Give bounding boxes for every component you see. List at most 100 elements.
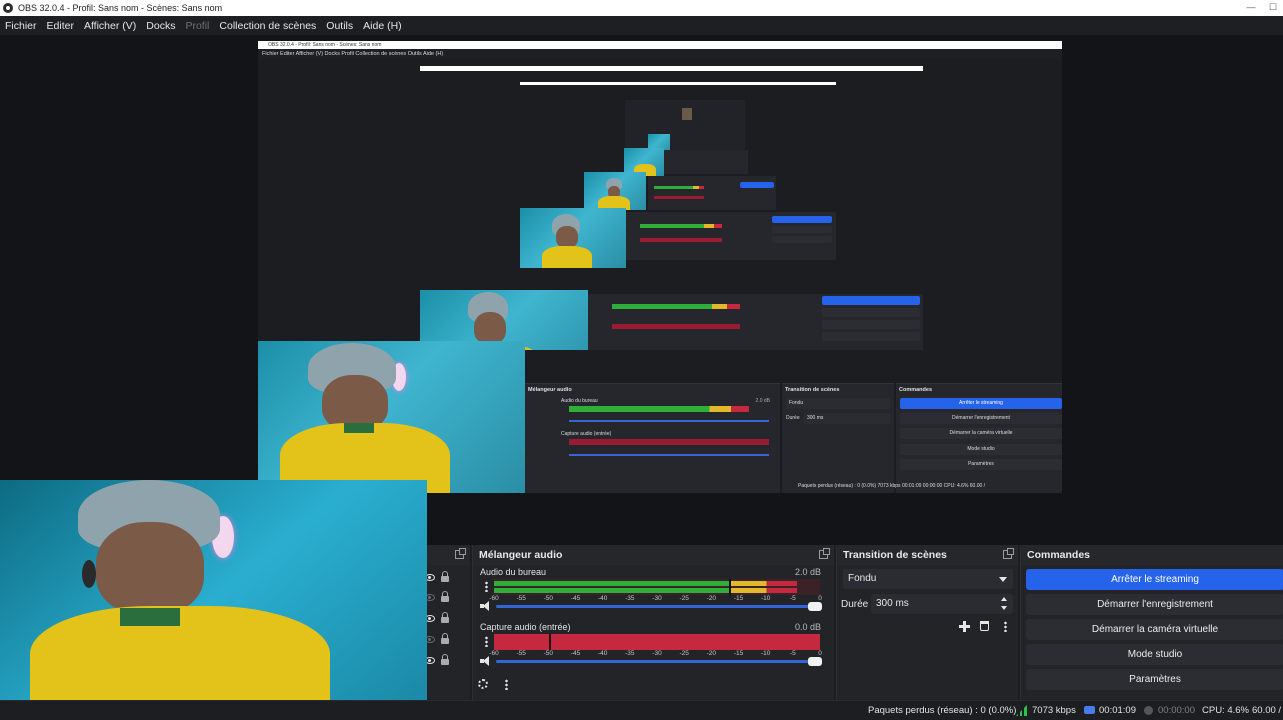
float-icon[interactable]	[819, 548, 830, 559]
channel-name: Capture audio (entrée)	[480, 622, 571, 632]
maximize-button[interactable]: ☐	[1262, 0, 1283, 16]
scale-tick: -45	[570, 650, 581, 657]
scale-tick: -20	[706, 595, 717, 602]
preview-canvas[interactable]: OBS 32.0.4 - Profil: Sans nom - Scènes: …	[0, 35, 1283, 545]
scale-tick: -45	[570, 595, 581, 602]
scale-tick: -5	[789, 595, 796, 602]
scale-tick: -35	[625, 595, 635, 602]
menu-profil[interactable]: Profil	[180, 20, 214, 32]
settings-button[interactable]: Paramètres	[1026, 669, 1283, 690]
webcam-overlay-image	[0, 480, 427, 720]
scale-tick: -20	[706, 650, 717, 657]
scale-tick: 0	[818, 650, 822, 657]
cpu-usage: CPU: 4.6%	[1202, 705, 1249, 716]
volume-slider-handle[interactable]	[808, 657, 822, 666]
lock-icon[interactable]	[441, 653, 449, 665]
scale-tick: -15	[733, 650, 744, 657]
bitrate: 7073 kbps	[1032, 705, 1076, 716]
scale-tick: -35	[625, 650, 635, 657]
channel-menu-icon[interactable]	[485, 636, 488, 647]
speaker-icon[interactable]	[480, 601, 492, 611]
menu-collection-scenes[interactable]: Collection de scènes	[214, 20, 321, 32]
mixer-dock-header: Mélangeur audio	[473, 545, 834, 565]
menu-outils[interactable]: Outils	[321, 20, 358, 32]
menu-fichier[interactable]: Fichier	[0, 20, 42, 32]
nested-webcam-image	[258, 341, 525, 493]
source-row[interactable]	[425, 570, 461, 584]
minimize-button[interactable]: —	[1240, 0, 1262, 16]
float-icon[interactable]	[455, 548, 466, 559]
window-title: OBS 32.0.4 - Profil: Sans nom - Scènes: …	[18, 3, 223, 13]
chevron-down-icon	[999, 577, 1007, 582]
meter-scale: -60 -55 -50 -45 -40 -35 -30 -25 -20 -15 -10 -5 0	[489, 648, 822, 658]
duration-value: 300 ms	[876, 598, 909, 609]
volume-slider-handle[interactable]	[808, 602, 822, 611]
scale-tick: -55	[516, 650, 526, 657]
scale-tick: 0	[818, 595, 822, 602]
scale-tick: -30	[652, 650, 662, 657]
channel-menu-icon[interactable]	[485, 581, 488, 592]
scale-tick: -40	[597, 595, 608, 602]
lock-icon[interactable]	[441, 570, 449, 582]
spin-down-icon[interactable]	[1001, 606, 1007, 610]
controls-dock-header: Commandes	[1021, 545, 1283, 565]
scale-tick: -10	[760, 650, 771, 657]
transition-dock-header: Transition de scènes	[837, 545, 1018, 565]
duration-label: Durée	[841, 599, 869, 610]
scale-tick: -25	[679, 595, 689, 602]
nested-transition-dock: Transition de scènes Fondu Durée 300 ms	[782, 383, 894, 493]
studio-mode-button[interactable]: Mode studio	[1026, 644, 1283, 665]
scale-tick: -10	[760, 595, 771, 602]
menu-bar: Fichier Editer Afficher (V) Docks Profil…	[0, 16, 1283, 35]
controls-dock-title: Commandes	[1027, 549, 1091, 561]
meter-level	[494, 581, 798, 586]
stream-time: 00:01:09	[1099, 705, 1136, 716]
mixer-menu-icon[interactable]	[505, 679, 508, 690]
status-bar: Paquets perdus (réseau) : 0 (0.0%) 7073 …	[0, 700, 1283, 720]
spin-up-icon[interactable]	[1001, 597, 1007, 601]
float-icon[interactable]	[1003, 548, 1014, 559]
sources-dock-header	[421, 545, 470, 565]
scale-tick: -55	[516, 595, 526, 602]
volume-slider[interactable]	[496, 657, 822, 666]
transition-dock-title: Transition de scènes	[843, 549, 947, 561]
channel-name: Audio du bureau	[480, 567, 547, 577]
nested-status: Paquets perdus (réseau) : 0 (0.0%) 7073 …	[798, 483, 986, 489]
duration-spinbox[interactable]: 300 ms	[871, 594, 1013, 614]
menu-editer[interactable]: Editer	[42, 20, 79, 32]
source-row[interactable]	[425, 653, 461, 667]
mixer-settings-icon[interactable]	[478, 679, 488, 689]
start-recording-button[interactable]: Démarrer l'enregistrement	[1026, 594, 1283, 615]
lock-icon[interactable]	[441, 590, 449, 602]
menu-docks[interactable]: Docks	[141, 20, 180, 32]
nested-titlebar: OBS 32.0.4 - Profil: Sans nom - Scènes: …	[258, 41, 1062, 49]
nested-preview-frame: OBS 32.0.4 - Profil: Sans nom - Scènes: …	[258, 41, 1062, 493]
scale-tick: -40	[597, 650, 608, 657]
scale-tick: -50	[543, 595, 554, 602]
source-row[interactable]	[425, 590, 461, 604]
obs-logo-icon	[3, 3, 13, 13]
fps: 60.00 /	[1252, 705, 1282, 716]
nested-preview-frame-2	[420, 66, 923, 350]
scale-tick: -5	[789, 650, 796, 657]
channel-db: 0.0 dB	[795, 622, 822, 632]
channel-db: 2.0 dB	[795, 567, 822, 577]
lock-icon[interactable]	[441, 632, 449, 644]
menu-afficher[interactable]: Afficher (V)	[79, 20, 141, 32]
source-row[interactable]	[425, 632, 461, 646]
record-time: 00:00:00	[1158, 705, 1195, 716]
scale-tick: -15	[733, 595, 744, 602]
source-row[interactable]	[425, 611, 461, 625]
streaming-icon	[1084, 706, 1095, 714]
scale-tick: -30	[652, 595, 662, 602]
dropped-frames: Paquets perdus (réseau) : 0 (0.0%)	[868, 705, 1017, 716]
nested-commands-dock: Commandes Arrêter le streaming Démarrer …	[896, 383, 1062, 493]
record-icon	[1144, 706, 1153, 715]
window-titlebar: OBS 32.0.4 - Profil: Sans nom - Scènes: …	[0, 0, 1283, 16]
volume-slider[interactable]	[496, 602, 822, 611]
nested-menubar: Fichier Editer Afficher (V) Docks Profil…	[258, 49, 1062, 59]
lock-icon[interactable]	[441, 611, 449, 623]
mixer-dock-title: Mélangeur audio	[479, 549, 563, 561]
speaker-icon[interactable]	[480, 656, 492, 666]
menu-aide[interactable]: Aide (H)	[358, 20, 407, 32]
